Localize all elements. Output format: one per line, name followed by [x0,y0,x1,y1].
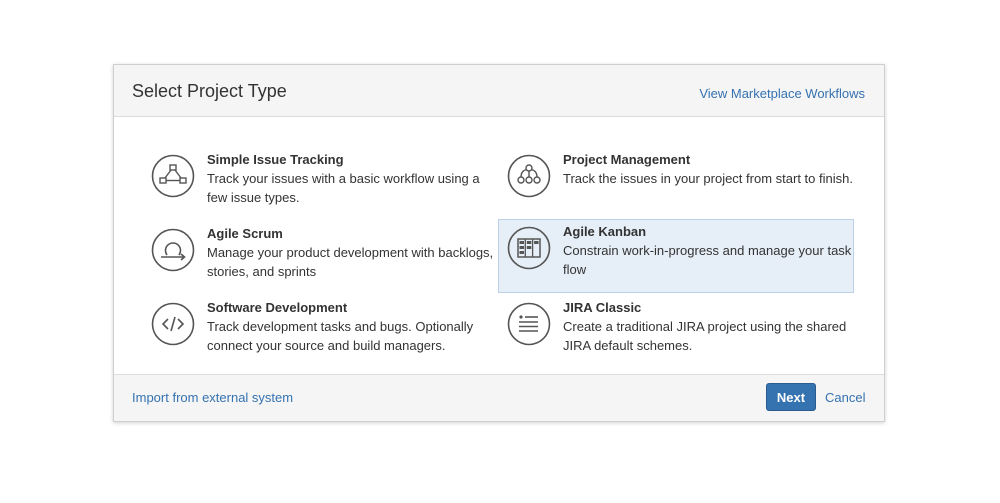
project-management-icon [507,154,551,198]
list-icon [507,302,551,346]
option-title: Agile Scrum [207,226,283,241]
option-agile-kanban[interactable]: Agile Kanban Constrain work-in-progress … [498,219,854,293]
workflow-icon [151,154,195,198]
import-from-external-system-link[interactable]: Import from external system [132,390,293,405]
dialog-header: Select Project Type View Marketplace Wor… [114,65,884,117]
scrum-cycle-icon [151,228,195,272]
code-icon [151,302,195,346]
option-title: Agile Kanban [563,224,647,239]
view-marketplace-workflows-link[interactable]: View Marketplace Workflows [699,86,865,101]
option-description: Constrain work-in-progress and manage yo… [563,243,852,277]
option-title: Project Management [563,152,691,167]
option-description: Manage your product development with bac… [207,245,494,279]
option-title: Software Development [207,300,348,315]
option-agile-scrum[interactable]: Agile Scrum Manage your product developm… [142,221,498,295]
option-description: Track development tasks and bugs. Option… [207,319,474,353]
option-description: Track the issues in your project from st… [563,171,853,186]
option-software-development[interactable]: Software Development Track development t… [142,295,498,369]
option-jira-classic[interactable]: JIRA Classic Create a traditional JIRA p… [498,295,854,369]
kanban-board-icon [507,226,551,270]
option-description: Create a traditional JIRA project using … [563,319,847,353]
cancel-link[interactable]: Cancel [825,390,865,405]
project-type-list: Simple Issue Tracking Track your issues … [114,117,884,375]
select-project-type-dialog: Select Project Type View Marketplace Wor… [113,64,885,422]
option-title: JIRA Classic [563,300,642,315]
option-project-management[interactable]: Project Management Track the issues in y… [498,147,854,221]
option-title: Simple Issue Tracking [207,152,344,167]
option-simple-issue-tracking[interactable]: Simple Issue Tracking Track your issues … [142,147,498,221]
dialog-title: Select Project Type [132,81,287,101]
option-description: Track your issues with a basic workflow … [207,171,480,205]
dialog-footer: Import from external system Next Cancel [114,374,884,421]
next-button[interactable]: Next [766,383,816,411]
